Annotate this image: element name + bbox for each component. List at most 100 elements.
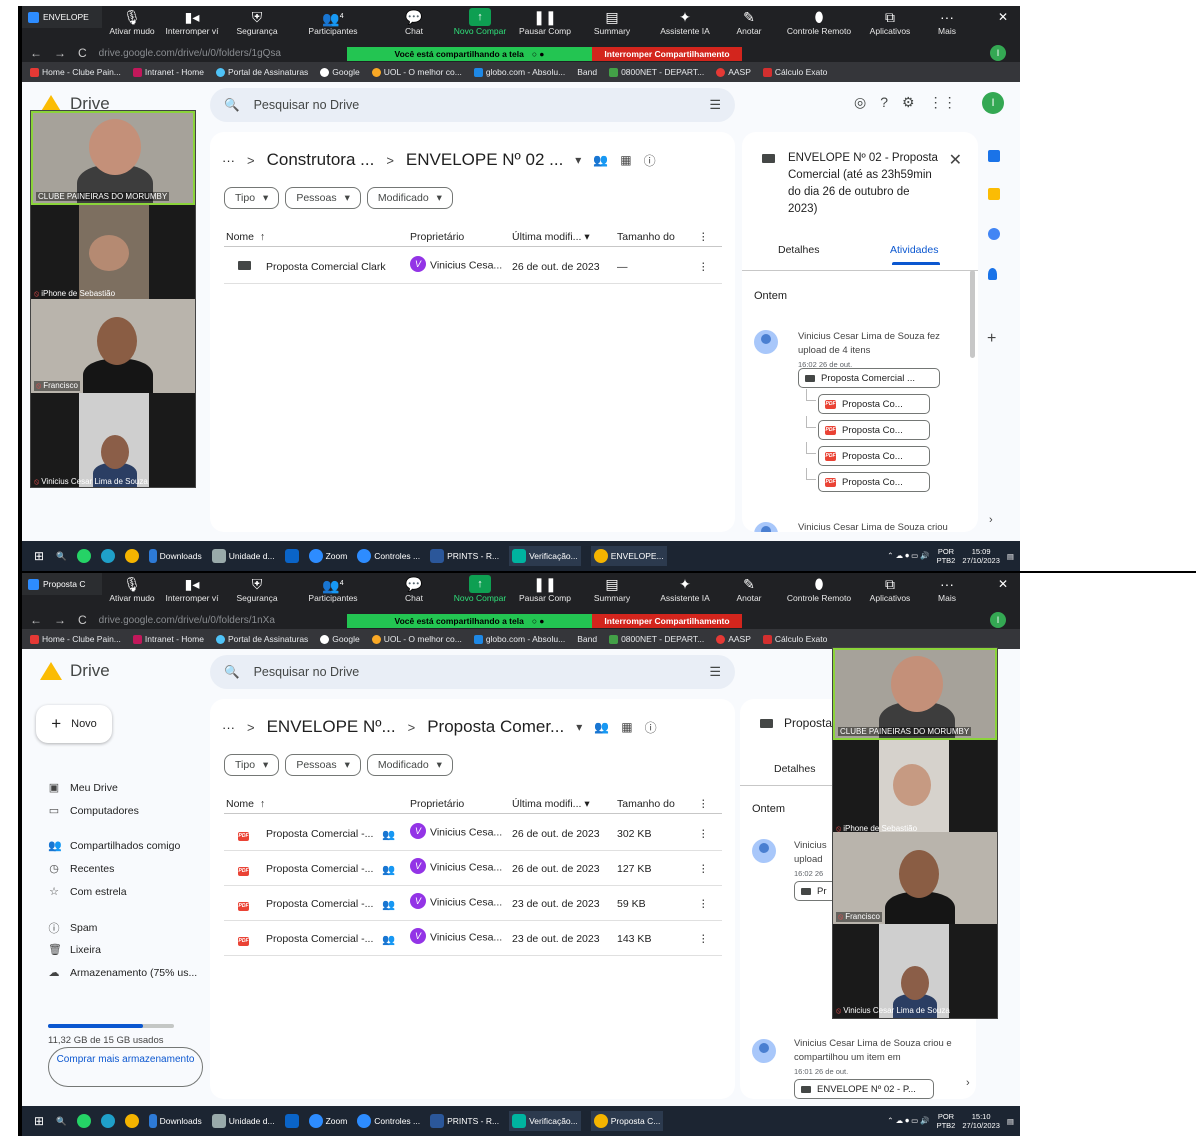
sidebar-item-computers[interactable]: ▭ Computadores — [48, 804, 139, 818]
remote-control-button[interactable]: ⬮ Controle Remoto — [787, 575, 851, 604]
close-icon[interactable]: ✕ — [998, 577, 1008, 591]
add-icon[interactable]: + — [987, 330, 996, 348]
info-icon[interactable]: ⓘ — [645, 719, 657, 736]
account-avatar[interactable]: I — [982, 92, 1004, 114]
grid-view-icon[interactable]: ▦ — [621, 720, 632, 734]
scrollbar[interactable] — [970, 270, 975, 358]
more-button[interactable]: ··· Mais — [917, 8, 977, 37]
video-tile[interactable]: CLUBE PAINEIRAS DO MORUMBY — [31, 111, 195, 205]
contacts-icon[interactable] — [988, 268, 997, 280]
tab-details[interactable]: Detalhes — [774, 763, 815, 775]
buy-storage-button[interactable]: Comprar mais armazenamento — [48, 1047, 203, 1087]
language-indicator[interactable]: POR PTB2 — [937, 547, 956, 565]
taskbar-item[interactable]: Unidade d... — [211, 1114, 275, 1128]
stop-video-button[interactable]: ▮◂ Interromper ví — [162, 575, 222, 604]
stop-share-button[interactable]: Interromper Compartilhamento — [592, 47, 742, 61]
video-tile[interactable]: ⦸ Francisco — [833, 832, 997, 924]
taskbar-item[interactable]: PRINTS - R... — [430, 549, 499, 563]
col-owner[interactable]: Proprietário — [410, 798, 464, 810]
more-button[interactable]: ··· Mais — [917, 575, 977, 604]
help-icon[interactable]: ? — [880, 94, 888, 111]
more-vert-icon[interactable]: ⋮ — [698, 863, 709, 875]
bookmark[interactable]: Portal de Assinaturas — [215, 634, 308, 644]
chevron-right-icon[interactable]: › — [966, 1077, 970, 1089]
ai-assistant-button[interactable]: ✦ Assistente IA — [655, 8, 715, 37]
chevron-down-icon[interactable]: ▾ — [576, 720, 582, 734]
sidebar-item-starred[interactable]: ☆ Com estrela — [48, 885, 127, 899]
whatsapp-icon[interactable] — [76, 549, 91, 563]
status-icon[interactable]: ◎ — [854, 94, 866, 111]
new-button[interactable]: + Novo — [36, 705, 112, 743]
tasks-icon[interactable] — [988, 228, 1000, 240]
share-people-icon[interactable]: 👥 — [593, 153, 608, 167]
security-button[interactable]: ⛨ Segurança — [227, 8, 287, 37]
reload-icon[interactable]: C — [78, 613, 87, 627]
language-indicator[interactable]: POR PTB2 — [937, 1112, 956, 1130]
activity-folder-chip[interactable]: Proposta Comercial ... — [798, 368, 940, 388]
profile-avatar[interactable]: I — [990, 45, 1006, 61]
sidebar-item-trash[interactable]: 🗑 Lixeira — [48, 943, 101, 957]
bookmark[interactable]: Band — [577, 67, 597, 77]
ai-assistant-button[interactable]: ✦ Assistente IA — [655, 575, 715, 604]
forward-icon[interactable]: → — [54, 613, 66, 627]
taskbar-item[interactable]: Verificação... — [509, 1111, 581, 1131]
apps-button[interactable]: ⧉ Aplicativos — [860, 575, 920, 604]
bookmark[interactable]: Google — [320, 634, 360, 644]
breadcrumb-current[interactable]: ENVELOPE Nº 02 ... — [406, 150, 563, 170]
notification-icon[interactable]: ▤ — [1007, 1117, 1014, 1126]
outlook-icon[interactable] — [284, 1114, 299, 1128]
col-name[interactable]: Nome ↑ — [226, 231, 265, 243]
mute-button[interactable]: 🎙 Ativar mudo — [102, 8, 162, 37]
taskbar-item[interactable]: Downloads — [148, 549, 202, 563]
taskbar-item[interactable]: Verificação... — [509, 546, 581, 566]
stop-video-button[interactable]: ▮◂ Interromper ví — [162, 8, 222, 37]
bookmark[interactable]: Cálculo Exato — [762, 67, 827, 77]
table-row[interactable]: PDF Proposta Comercial -... 👥 V Vinicius … — [224, 817, 722, 851]
search-icon[interactable]: 🔍 — [56, 1116, 67, 1127]
more-vert-icon[interactable]: ⋮ — [698, 933, 709, 945]
chrome-icon[interactable] — [124, 1114, 139, 1128]
gear-icon[interactable]: ⚙ — [902, 94, 915, 111]
more-path-icon[interactable]: ··· — [222, 720, 235, 735]
col-owner[interactable]: Proprietário — [410, 231, 464, 243]
taskbar-item[interactable]: Downloads — [148, 1114, 202, 1128]
more-path-icon[interactable]: ··· — [222, 153, 235, 168]
video-tile[interactable] — [879, 740, 949, 832]
whatsapp-icon[interactable] — [76, 1114, 91, 1128]
breadcrumb-item[interactable]: ENVELOPE Nº... — [267, 717, 396, 737]
share-people-icon[interactable]: 👥 — [594, 720, 609, 734]
mute-button[interactable]: 🎙 Ativar mudo — [102, 575, 162, 604]
table-row[interactable]: PDF Proposta Comercial -... 👥 V Vinicius … — [224, 852, 722, 886]
bookmark[interactable]: globo.com - Absolu... — [473, 634, 565, 644]
filter-people[interactable]: Pessoas ▾ — [285, 754, 361, 776]
chevron-right-icon[interactable]: › — [989, 514, 993, 526]
sidebar-item-storage[interactable]: ☁ Armazenamento (75% us... — [48, 966, 198, 980]
filter-options-icon[interactable]: ☰ — [709, 97, 721, 113]
apps-button[interactable]: ⧉ Aplicativos — [860, 8, 920, 37]
taskbar-item[interactable]: Proposta C... — [590, 1111, 664, 1131]
windows-start-icon[interactable]: ⊞ — [34, 549, 44, 563]
calendar-icon[interactable] — [988, 150, 1000, 162]
annotate-button[interactable]: ✎ Anotar — [719, 8, 779, 37]
filter-modified[interactable]: Modificado ▾ — [366, 754, 453, 776]
breadcrumb-current[interactable]: Proposta Comer... — [427, 717, 564, 737]
pause-share-button[interactable]: ❚❚ Pausar Comp — [515, 8, 575, 37]
forward-icon[interactable]: → — [54, 46, 66, 60]
search-input[interactable]: 🔍 Pesquisar no Drive ☰ — [210, 88, 735, 122]
more-vert-icon[interactable]: ⋮ — [698, 828, 709, 840]
activity-file-chip[interactable]: PDF Proposta Co... — [818, 446, 930, 466]
keep-icon[interactable] — [988, 188, 1000, 200]
bookmark[interactable]: Band — [577, 634, 597, 644]
edge-icon[interactable] — [100, 1114, 115, 1128]
bookmark[interactable]: Home - Clube Pain... — [30, 634, 121, 644]
bookmark[interactable]: globo.com - Absolu... — [473, 67, 565, 77]
search-input[interactable]: 🔍 Pesquisar no Drive ☰ — [210, 655, 735, 689]
col-size[interactable]: Tamanho do — [617, 231, 675, 243]
url-field[interactable]: drive.google.com/drive/u/0/folders/1nXa — [99, 615, 275, 626]
bookmark[interactable]: Google — [320, 67, 360, 77]
chat-button[interactable]: 💬 Chat — [384, 575, 444, 604]
bookmark[interactable]: 0800NET - DEPART... — [609, 634, 704, 644]
bookmark[interactable]: Cálculo Exato — [762, 634, 827, 644]
activity-file-chip[interactable]: PDF Proposta Co... — [818, 472, 930, 492]
browser-tab[interactable]: Proposta C — [22, 573, 102, 595]
